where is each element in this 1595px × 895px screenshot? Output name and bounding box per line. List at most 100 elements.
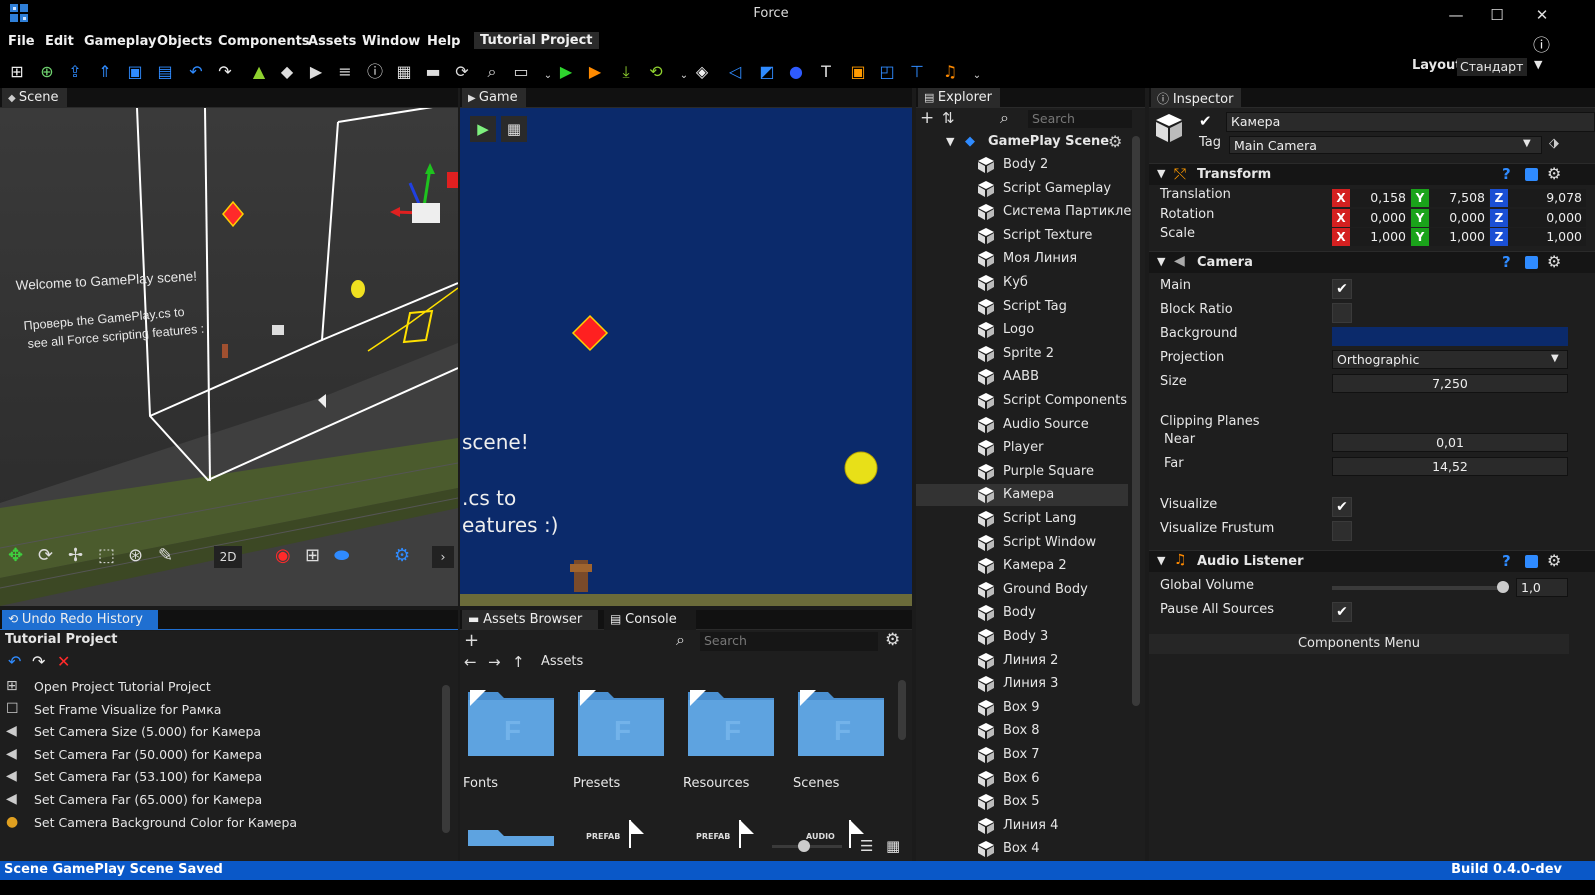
build-icon[interactable]: ⇪ — [65, 62, 85, 82]
tab-explorer[interactable]: ▤ Explorer — [918, 88, 1001, 108]
history-item[interactable]: ● Set Camera Background Color for Камера — [0, 812, 440, 834]
history-item[interactable]: ◀ Set Camera Far (50.000) for Камера — [0, 744, 440, 766]
record-icon[interactable]: ◉ — [275, 545, 291, 566]
explorer-item[interactable]: Script Lang — [916, 508, 1128, 530]
list-icon[interactable]: ≡ — [335, 62, 355, 82]
add-object-icon[interactable]: + — [920, 108, 934, 128]
z-value-input[interactable]: 1,000 — [1508, 228, 1586, 246]
history-item[interactable]: ⊞ Open Project Tutorial Project — [0, 676, 440, 698]
menu-window[interactable]: Window — [362, 34, 420, 49]
explorer-item[interactable]: Линия 2 — [916, 650, 1128, 672]
object-name-input[interactable]: Камера — [1226, 112, 1595, 132]
far-input[interactable]: 14,52 — [1332, 457, 1568, 476]
active-checkbox[interactable]: ✔ — [1199, 112, 1212, 130]
explorer-item[interactable]: Body 2 — [916, 154, 1128, 176]
transform-tool-icon[interactable]: ⊛ — [128, 545, 143, 566]
collapse-icon[interactable]: ▼ — [1157, 167, 1165, 180]
save-icon[interactable]: ▣ — [125, 62, 145, 82]
chevron-down-icon[interactable]: ⌄ — [967, 66, 987, 86]
scene-root-item[interactable]: ▼ ◆ GamePlay Scene ⚙ — [916, 132, 1128, 154]
explorer-item[interactable]: Камера — [916, 484, 1128, 507]
create-object-icon[interactable]: ▲ — [249, 62, 269, 82]
sprite-icon[interactable]: ▣ — [848, 62, 868, 82]
cube-icon[interactable]: ◈ — [692, 62, 712, 82]
text-box-icon[interactable]: ⊤ — [907, 62, 927, 82]
sphere-icon[interactable]: ● — [786, 62, 806, 82]
list-view-icon[interactable]: ☰ — [860, 837, 873, 855]
tab-scene[interactable]: ◆ Scene — [2, 88, 67, 108]
folder-icon[interactable]: ▬ — [423, 62, 443, 82]
camera-tool-icon[interactable]: ⚙ — [394, 545, 410, 566]
z-value-input[interactable]: 0,000 — [1508, 208, 1586, 227]
chevron-down-icon[interactable]: ▼ — [1523, 138, 1531, 149]
grid-icon[interactable]: ⊞ — [305, 545, 320, 566]
explorer-item[interactable]: Body 3 — [916, 626, 1128, 648]
explorer-item[interactable]: Player — [916, 437, 1128, 459]
close-button[interactable]: ✕ — [1532, 6, 1552, 24]
collapse-icon[interactable]: ▼ — [1157, 255, 1165, 268]
y-value-input[interactable]: 7,508 — [1429, 189, 1489, 207]
clear-history-icon[interactable]: ✕ — [57, 652, 70, 671]
asset-folder[interactable]: F — [468, 688, 554, 756]
scale-tool-icon[interactable]: ✢ — [68, 545, 83, 566]
undo-icon[interactable]: ↶ — [186, 62, 206, 82]
near-input[interactable]: 0,01 — [1332, 433, 1568, 452]
explorer-item[interactable]: Audio Source — [916, 414, 1128, 436]
refresh-icon[interactable]: ⟳ — [452, 62, 472, 82]
menu-objects[interactable]: Objects — [157, 34, 212, 49]
history-scrollbar[interactable] — [442, 685, 450, 833]
publish-icon[interactable]: ⇑ — [95, 62, 115, 82]
y-value-input[interactable]: 0,000 — [1429, 208, 1489, 227]
explorer-item[interactable]: Ground Body — [916, 579, 1128, 601]
tag-select[interactable]: Main Camera — [1229, 136, 1542, 154]
menu-edit[interactable]: Edit — [45, 34, 74, 49]
grid-view-icon[interactable]: ▦ — [886, 837, 900, 855]
explorer-item[interactable]: Box 4 — [916, 838, 1128, 860]
new-project-icon[interactable]: ⊞ — [7, 62, 27, 82]
gear-icon[interactable]: ⚙ — [885, 630, 900, 650]
explorer-item[interactable]: Линия 4 — [916, 815, 1128, 837]
history-item[interactable]: ◀ Set Camera Far (65.000) for Камера — [0, 789, 440, 811]
ui-window-icon[interactable]: ◰ — [877, 62, 897, 82]
zoom-slider-knob[interactable] — [798, 840, 810, 852]
asset-file[interactable]: PREFAB — [692, 818, 762, 848]
layout-select[interactable]: Стандарт — [1457, 58, 1527, 76]
component-toggle-icon[interactable] — [1525, 555, 1538, 568]
add-asset-icon[interactable]: + — [464, 630, 479, 651]
audio-icon[interactable]: ♫ — [940, 62, 960, 82]
printer-icon[interactable]: ▭ — [511, 62, 531, 82]
chevron-down-icon[interactable]: ⌄ — [538, 66, 558, 86]
block-ratio-checkbox[interactable] — [1332, 303, 1352, 323]
history-item[interactable]: ☐ Set Frame Visualize for Рамка — [0, 699, 440, 721]
asset-folder[interactable]: F — [578, 688, 664, 756]
help-icon[interactable]: ? — [1502, 165, 1511, 183]
size-input[interactable]: 7,250 — [1332, 374, 1568, 393]
play-icon[interactable]: ▶ — [556, 62, 576, 82]
scene-viewport[interactable]: Welcome to GamePlay scene! Проверь the G… — [0, 108, 458, 606]
visualize-checkbox[interactable]: ✔ — [1332, 497, 1352, 517]
square-icon[interactable]: ◩ — [757, 62, 777, 82]
global-volume-knob[interactable] — [1496, 581, 1509, 593]
download-icon[interactable]: ⤓ — [616, 62, 636, 82]
explorer-search-input[interactable]: Search — [1028, 110, 1132, 128]
global-volume-input[interactable]: 1,0 — [1516, 578, 1568, 597]
x-value-input[interactable]: 0,158 — [1350, 189, 1410, 207]
chevron-down-icon[interactable]: ▼ — [1534, 58, 1542, 71]
explorer-item[interactable]: Система Партиклей — [916, 201, 1140, 223]
main-checkbox[interactable]: ✔ — [1332, 279, 1352, 299]
forward-icon[interactable]: → — [488, 653, 501, 671]
explorer-item[interactable]: Purple Square — [916, 461, 1128, 483]
menu-gameplay[interactable]: Gameplay — [84, 34, 156, 49]
explorer-item[interactable]: Script Window — [916, 532, 1128, 554]
explorer-item[interactable]: AABB — [916, 366, 1128, 388]
explorer-item[interactable]: Куб — [916, 272, 1128, 294]
explorer-item[interactable]: Script Components — [916, 390, 1128, 412]
menu-file[interactable]: File — [8, 34, 35, 49]
menu-help[interactable]: Help — [427, 34, 460, 49]
asset-folder[interactable]: F — [798, 688, 884, 756]
rotate-tool-icon[interactable]: ⟳ — [38, 545, 53, 566]
component-toggle-icon[interactable] — [1525, 256, 1538, 269]
projection-select[interactable]: Orthographic — [1332, 350, 1568, 369]
expand-icon[interactable]: ▼ — [946, 135, 954, 148]
help-icon[interactable]: ? — [1502, 253, 1511, 271]
